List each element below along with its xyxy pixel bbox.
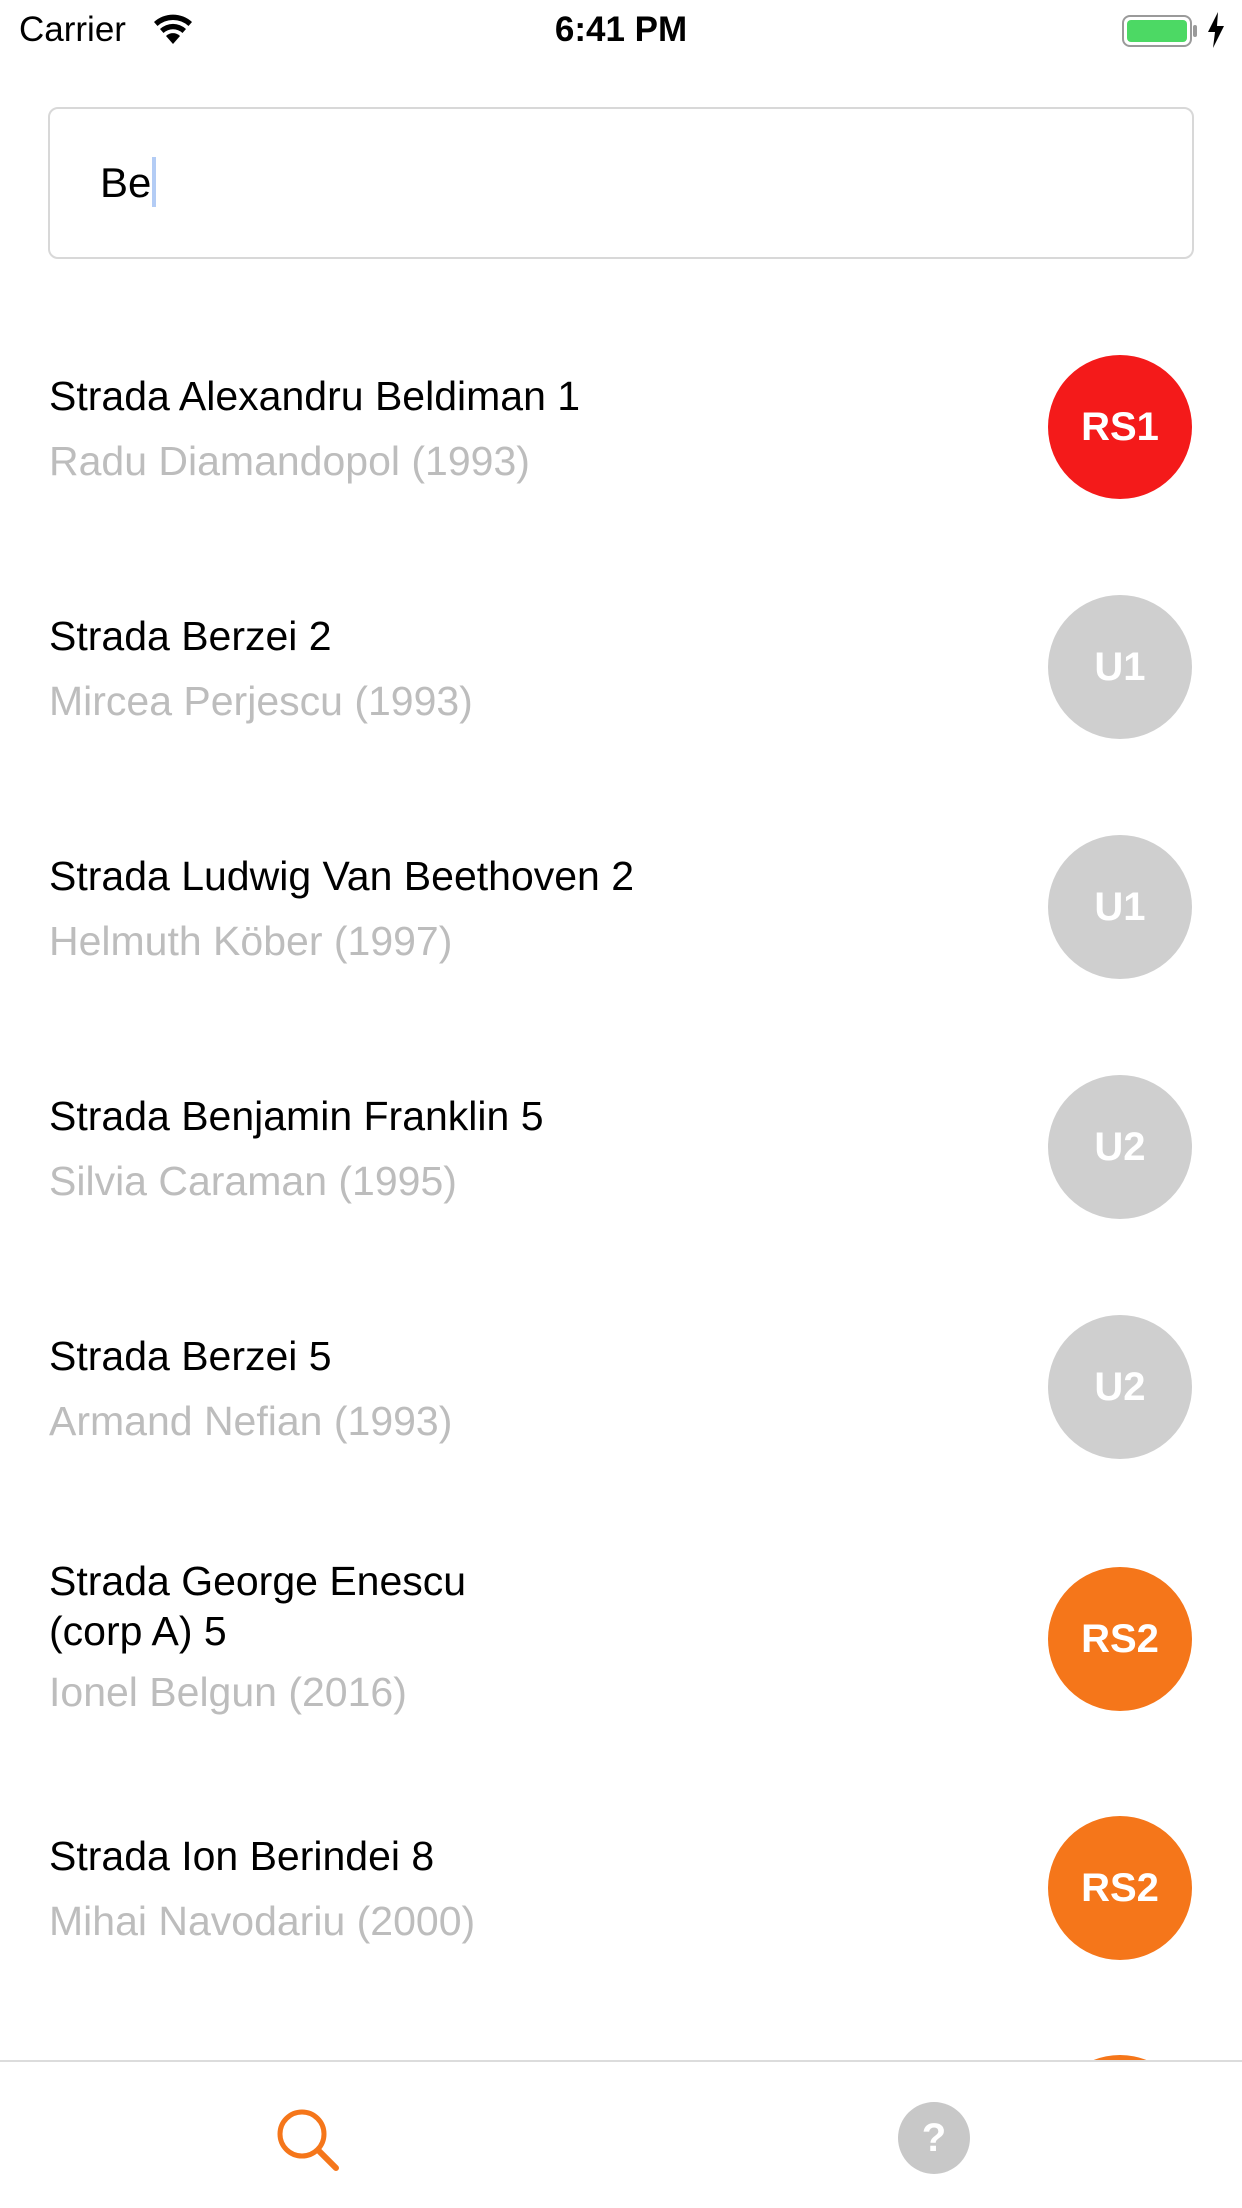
result-title: Strada George Enescu <box>49 1558 467 1604</box>
category-badge: U1 <box>1048 835 1192 979</box>
list-item[interactable]: Strada Alexandru Beldiman 1 Radu Diamand… <box>0 340 1242 580</box>
result-title-line2: (corp A) 5 <box>49 1608 227 1654</box>
category-badge: U2 <box>1048 1315 1192 1459</box>
list-item[interactable]: Strada Berzei 2 Mircea Perjescu (1993) U… <box>0 580 1242 820</box>
help-icon[interactable]: ? <box>898 2102 970 2174</box>
result-title: Strada Alexandru Beldiman 1 <box>49 373 581 419</box>
result-title: Strada Berzei 5 <box>49 1333 332 1379</box>
list-item[interactable]: Strada Benjamin Franklin 5 Silvia Carama… <box>0 1060 1242 1300</box>
result-subtitle: Helmuth Köber (1997) <box>49 918 453 964</box>
result-subtitle: Radu Diamandopol (1993) <box>49 438 530 484</box>
category-badge: RS2 <box>1048 1816 1192 1960</box>
result-subtitle: Silvia Caraman (1995) <box>49 1158 457 1204</box>
result-title: Strada Benjamin Franklin 5 <box>49 1093 544 1139</box>
category-badge: U2 <box>1048 1075 1192 1219</box>
list-item[interactable] <box>0 2040 1242 2060</box>
results-list[interactable]: Strada Alexandru Beldiman 1 Radu Diamand… <box>0 0 1242 2060</box>
list-item[interactable]: Strada Berzei 5 Armand Nefian (1993) U2 <box>0 1300 1242 1540</box>
category-badge: RS2 <box>1048 1567 1192 1711</box>
result-subtitle: Mircea Perjescu (1993) <box>49 678 473 724</box>
result-title: Strada Berzei 2 <box>49 613 332 659</box>
list-item[interactable]: Strada Ludwig Van Beethoven 2 Helmuth Kö… <box>0 820 1242 1060</box>
list-item[interactable]: Strada George Enescu (corp A) 5 Ionel Be… <box>0 1540 1242 1800</box>
result-subtitle: Armand Nefian (1993) <box>49 1398 453 1444</box>
search-icon[interactable] <box>270 2102 350 2182</box>
list-item[interactable]: Strada Ion Berindei 8 Mihai Navodariu (2… <box>0 1800 1242 2040</box>
result-title: Strada Ludwig Van Beethoven 2 <box>49 853 635 899</box>
category-badge: U1 <box>1048 595 1192 739</box>
result-subtitle: Ionel Belgun (2016) <box>49 1669 407 1715</box>
result-title: Strada Ion Berindei 8 <box>49 1833 435 1879</box>
result-subtitle: Mihai Navodariu (2000) <box>49 1898 476 1944</box>
tab-bar: ? <box>0 2060 1242 2208</box>
category-badge: RS1 <box>1048 355 1192 499</box>
